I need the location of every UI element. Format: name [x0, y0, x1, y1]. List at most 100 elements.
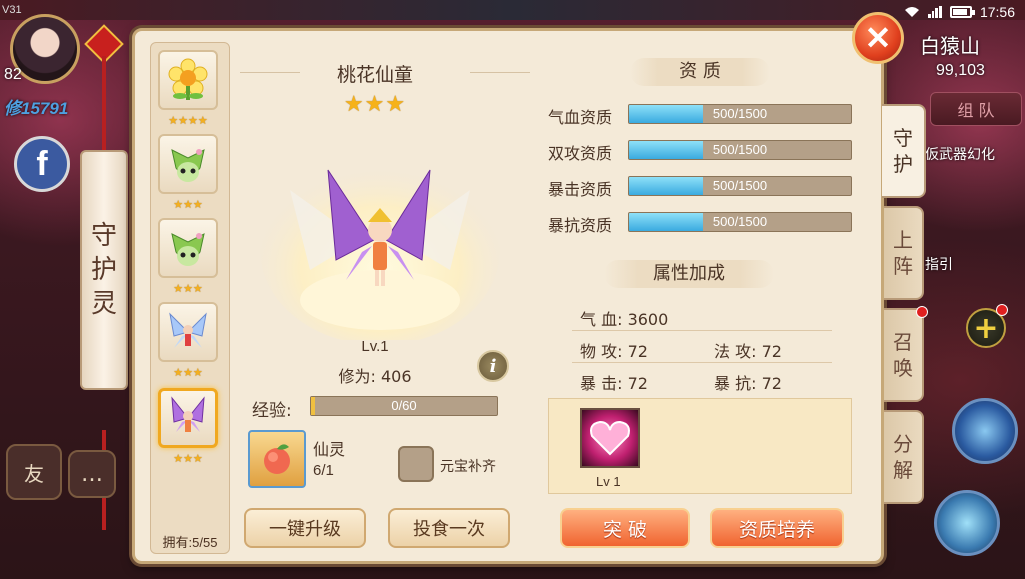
scroll-char: 灵: [90, 289, 117, 319]
aptitude-label: 双攻资质: [548, 144, 613, 163]
quest-tracker-item[interactable]: 指引: [925, 254, 953, 274]
friends-label: 友: [24, 461, 44, 486]
auto-fill-label: 元宝补齐: [440, 459, 496, 475]
heart-skill-icon: [590, 420, 630, 456]
tab-deploy[interactable]: 上 阵: [884, 206, 924, 300]
tab-char: 唤: [893, 356, 913, 380]
purple-fairy-pet-icon: [171, 396, 205, 432]
decor-rope: [102, 56, 106, 156]
exp-text: 0/60: [391, 398, 417, 413]
item-count: 6/1: [313, 462, 334, 479]
attr-divider: [572, 362, 832, 363]
player-level: 82: [4, 66, 22, 83]
tab-char: 护: [893, 152, 913, 176]
blue-fairy-pet-icon: [169, 312, 207, 348]
tab-char: 阵: [893, 254, 913, 278]
pet-slot-blue-fairy[interactable]: [158, 302, 218, 362]
pet-name: 桃花仙童: [336, 64, 413, 86]
pet-cultivation: 修为: 406: [338, 367, 412, 386]
skill-button-2[interactable]: [934, 490, 1000, 556]
breakthrough-button[interactable]: 突 破: [560, 508, 690, 548]
clock-time: 17:56: [979, 4, 1015, 20]
pet-slot-purple-fairy[interactable]: [158, 388, 218, 448]
pet-star-rating: ★★★: [173, 198, 203, 211]
aptitude-bar: 500/1500: [628, 176, 852, 196]
tab-summon[interactable]: 召 唤: [884, 308, 924, 402]
scroll-char: 护: [90, 255, 117, 285]
pet-portrait: [260, 155, 500, 340]
sunflower-pet-icon: [168, 58, 208, 100]
pet-slot-leaf-1[interactable]: [158, 134, 218, 194]
pet-slot-sunflower[interactable]: [158, 50, 218, 110]
pet-slot-leaf-2[interactable]: [158, 218, 218, 278]
aptitude-value: 500/1500: [712, 142, 768, 157]
signal-icon: [927, 6, 942, 18]
leaf-pet-icon: [171, 149, 205, 182]
aptitude-bar: 500/1500: [628, 212, 852, 232]
quest-tracker-item[interactable]: 仮武器幻化: [925, 144, 995, 164]
aptitude-value: 500/1500: [712, 106, 768, 121]
side-scroll-title: 守 护 灵: [80, 150, 128, 390]
leaf-pet-icon: [171, 233, 205, 266]
tab-char: 分: [893, 432, 913, 456]
tab-char: 解: [893, 458, 913, 482]
feed-label: 投食一次: [413, 519, 485, 540]
peach-item-icon: [264, 444, 290, 474]
upgrade-label: 一键升级: [269, 519, 341, 540]
player-avatar-area[interactable]: 82: [0, 8, 100, 98]
breakthrough-label: 突 破: [602, 518, 648, 541]
info-button[interactable]: i: [477, 350, 509, 382]
close-button[interactable]: ✕: [852, 12, 904, 64]
skill-slot[interactable]: [580, 408, 640, 468]
pet-star-rating: ★★★: [173, 452, 203, 465]
exp-label: 经验:: [252, 401, 292, 421]
battery-icon: [949, 6, 975, 18]
close-icon: ✕: [864, 20, 892, 56]
attr-crit: 暴 击: 72: [580, 374, 648, 393]
aptitude-training-button[interactable]: 资质培养: [710, 508, 844, 548]
tab-char: 守: [893, 126, 913, 150]
info-icon: i: [489, 355, 497, 377]
team-label: 组 队: [957, 101, 995, 120]
tab-decompose[interactable]: 分 解: [884, 410, 924, 504]
divider-ornament: [470, 72, 530, 73]
divider-ornament: [240, 72, 300, 73]
aptitude-bar: 500/1500: [628, 104, 852, 124]
attr-magic-atk: 法 攻: 72: [714, 342, 782, 361]
aptitude-label: 暴抗资质: [548, 216, 613, 235]
tab-char: 召: [893, 330, 913, 354]
team-button[interactable]: 组 队: [930, 92, 1022, 126]
map-coordinates: 99,103: [936, 62, 985, 79]
tab-guard[interactable]: 守 护: [882, 104, 926, 198]
aptitude-value: 500/1500: [712, 214, 768, 229]
skill-button-1[interactable]: [952, 398, 1018, 464]
one-click-upgrade-button[interactable]: 一键升级: [244, 508, 366, 548]
pet-star-rating: ★★★: [173, 366, 203, 379]
item-name: 仙灵: [313, 440, 346, 459]
map-name: 白猿山: [920, 34, 980, 58]
chat-button[interactable]: …: [68, 450, 116, 498]
owned-count: 拥有:5/55: [162, 535, 218, 550]
device-status-bar: 17:56: [904, 4, 1015, 20]
feed-once-button[interactable]: 投食一次: [388, 508, 510, 548]
attr-crit-res: 暴 抗: 72: [714, 374, 782, 393]
notification-dot: [996, 304, 1008, 316]
aptitude-bar: 500/1500: [628, 140, 852, 160]
pet-star-rating: ★★★: [173, 282, 203, 295]
friends-button[interactable]: 友: [6, 444, 62, 500]
attr-hp: 气 血: 3600: [580, 310, 669, 329]
pet-star-rating: ★★★: [343, 92, 407, 117]
pet-star-rating: ★★★★: [168, 114, 208, 127]
facebook-button[interactable]: f: [14, 136, 70, 192]
wifi-icon: [904, 6, 920, 18]
aptitude-title: 资 质: [630, 58, 770, 86]
exp-progress-bar: 0/60: [310, 396, 498, 416]
player-power: 修15791: [4, 99, 69, 118]
auto-fill-checkbox[interactable]: [398, 446, 434, 482]
spirit-item-slot[interactable]: [248, 430, 306, 488]
aptitude-label: 暴击资质: [548, 180, 613, 199]
summon-notification-dot: [916, 306, 928, 318]
train-label: 资质培养: [738, 518, 815, 541]
attributes-title: 属性加成: [604, 260, 774, 288]
tab-char: 上: [893, 228, 913, 252]
